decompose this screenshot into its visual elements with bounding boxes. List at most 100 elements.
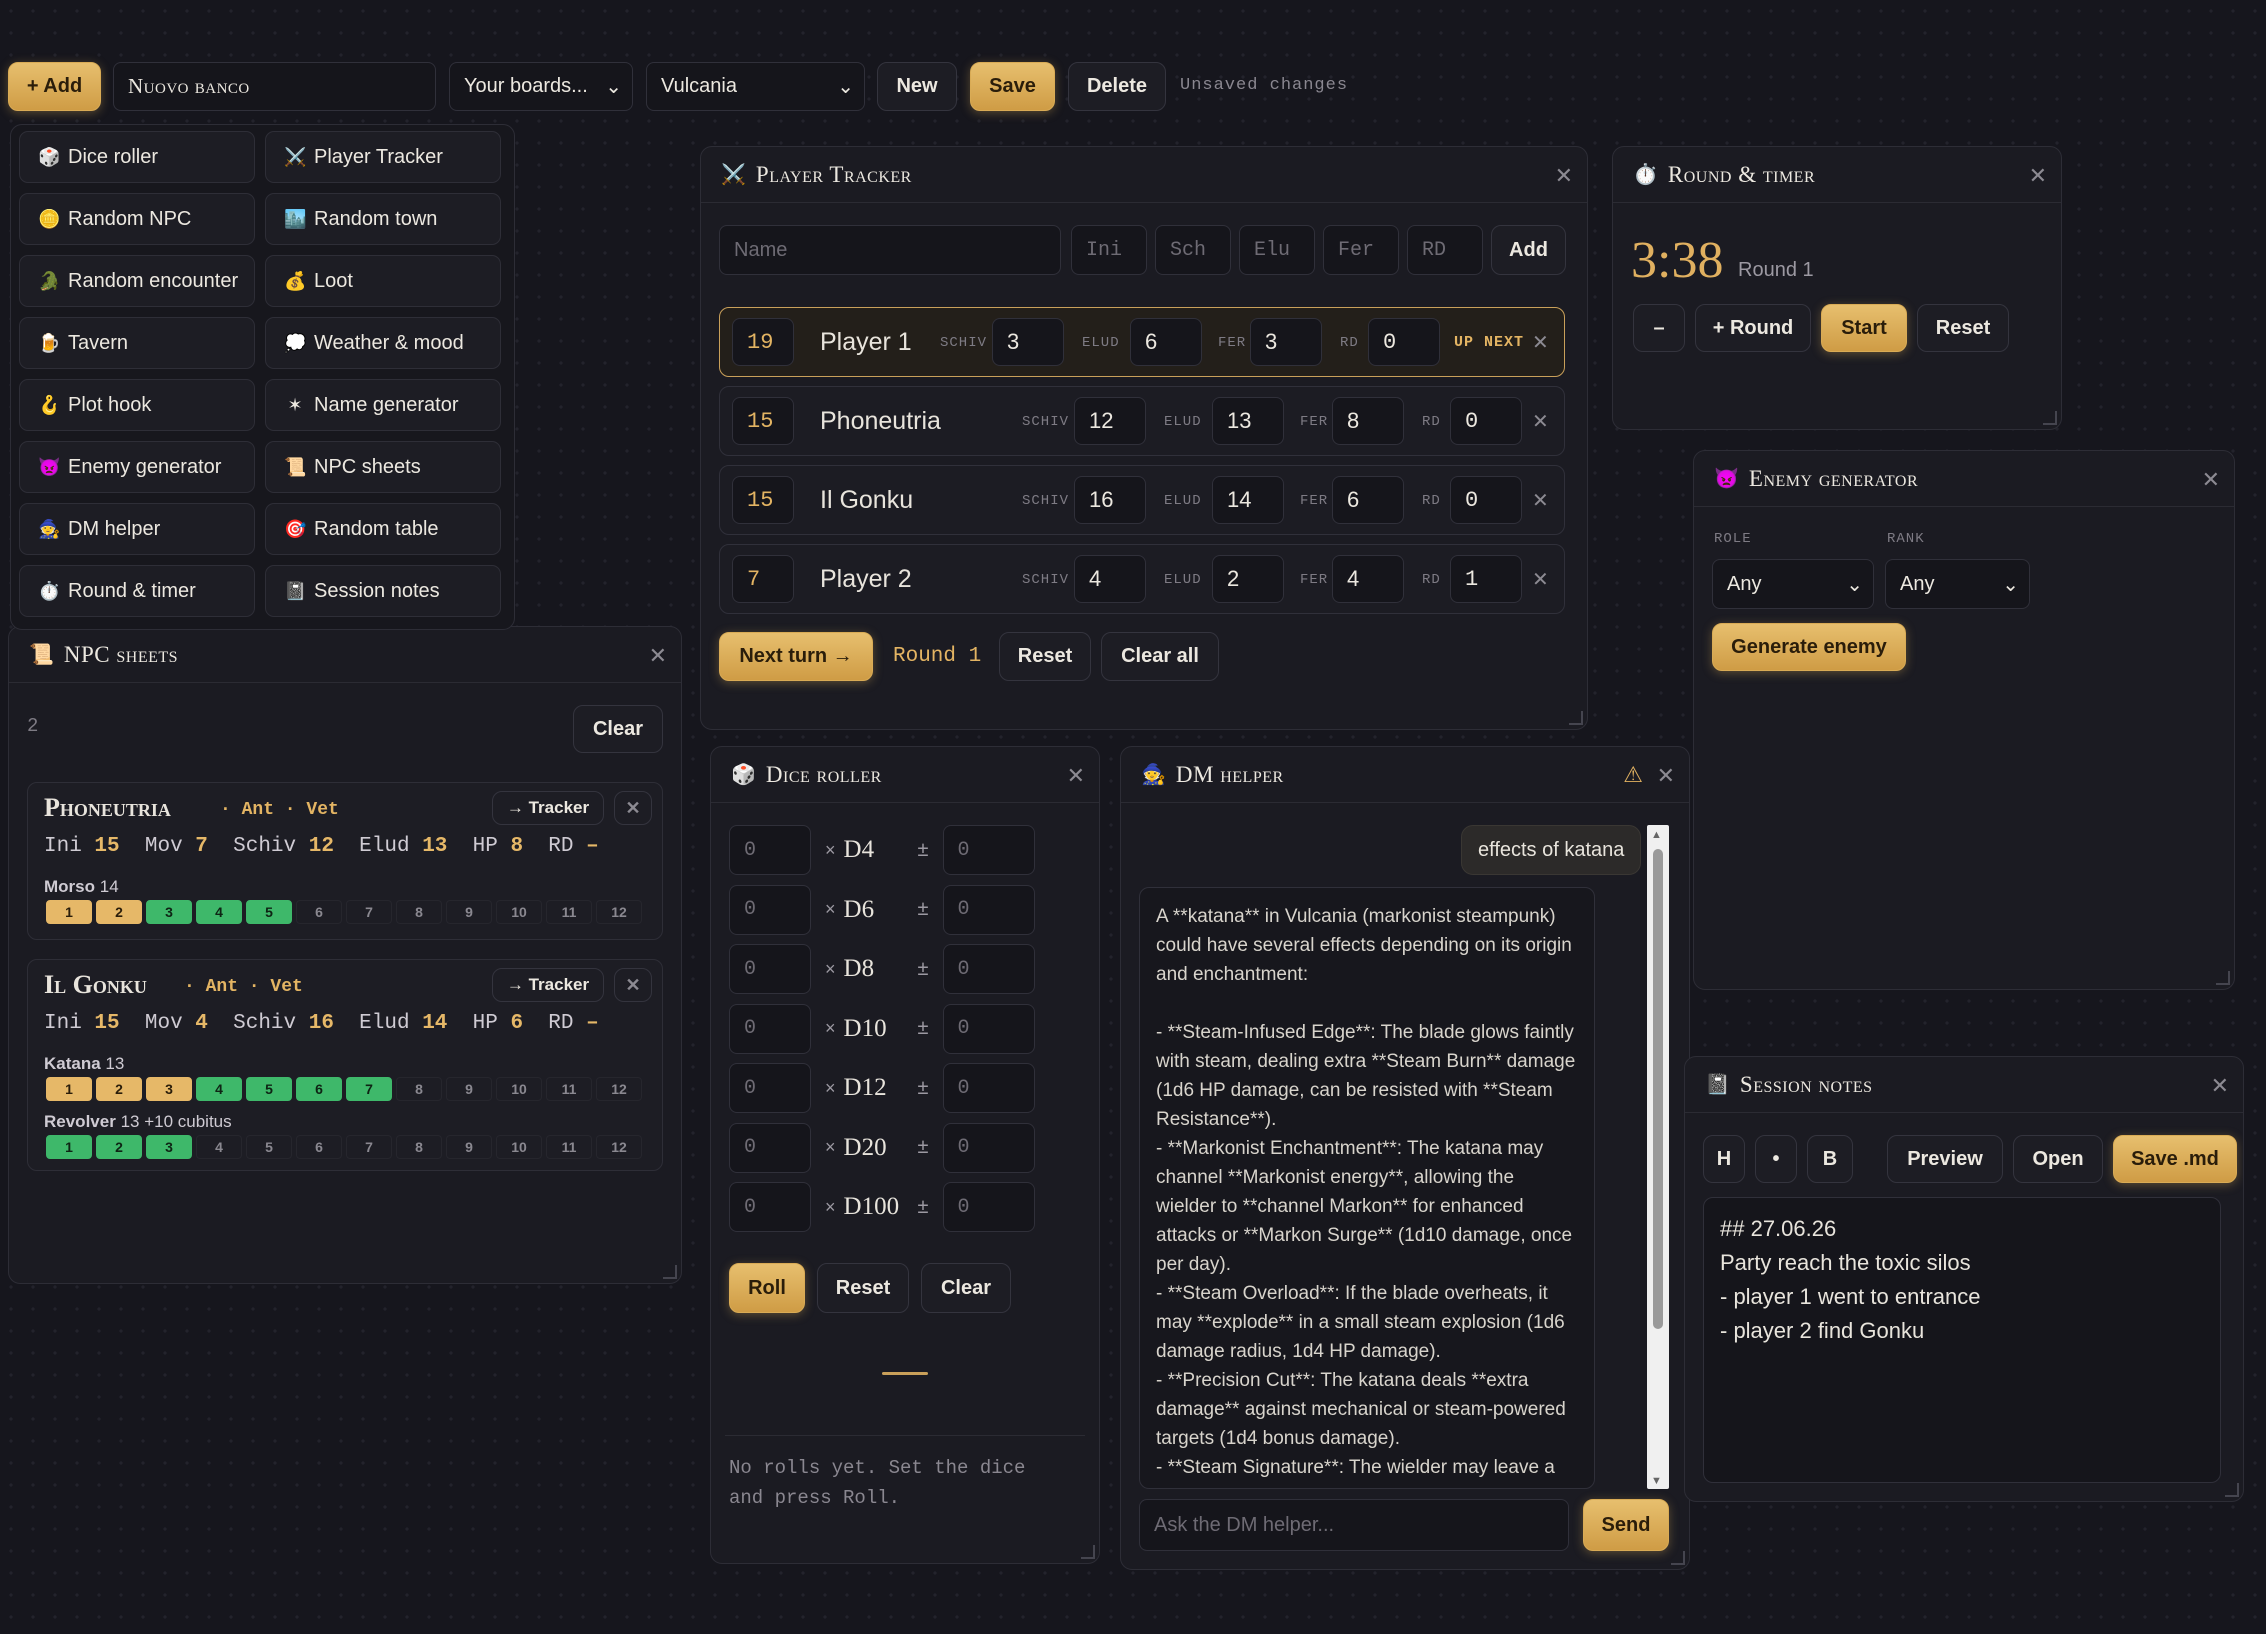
track-box[interactable]: 8 (396, 1077, 442, 1101)
dm-helper-input[interactable]: Ask the DM helper... (1139, 1499, 1569, 1551)
clear-button[interactable]: Clear (921, 1263, 1011, 1313)
send-button[interactable]: Send (1583, 1499, 1669, 1551)
fer-value[interactable]: 4 (1332, 555, 1404, 603)
initiative-value[interactable]: 19 (732, 318, 794, 366)
fer-value[interactable]: 3 (1250, 318, 1322, 366)
track-box[interactable]: 3 (146, 900, 192, 924)
track-box[interactable]: 11 (546, 1077, 592, 1101)
remove-icon[interactable]: ✕ (1532, 567, 1549, 592)
next-turn-button[interactable]: Next turn → (719, 632, 873, 681)
close-icon[interactable]: ✕ (649, 643, 667, 669)
schiv-value[interactable]: 16 (1074, 476, 1146, 524)
track-box[interactable]: 7 (346, 900, 392, 924)
add-menu-item[interactable]: ✶ Name generator (265, 379, 501, 431)
elud-value[interactable]: 2 (1212, 555, 1284, 603)
tracker-row[interactable]: 15 Il Gonku SCHIV 16 ELUD 14 FER 6 RD 0 … (719, 465, 1565, 535)
fer-value[interactable]: 6 (1332, 476, 1404, 524)
rd-value[interactable]: 0 (1368, 318, 1440, 366)
dice-modifier-input[interactable]: 0 (942, 884, 1035, 935)
bold-button[interactable]: B (1807, 1135, 1853, 1183)
dice-count-input[interactable]: 0 (729, 1122, 811, 1173)
track-box[interactable]: 12 (596, 1077, 642, 1101)
track-box[interactable]: 5 (246, 1135, 292, 1159)
rd-value[interactable]: 1 (1450, 555, 1522, 603)
reset-button[interactable]: Reset (999, 632, 1091, 681)
track-box[interactable]: 9 (446, 900, 492, 924)
panel-header[interactable]: 📜 NPC sheets ✕ (9, 627, 681, 683)
resize-handle[interactable] (1569, 711, 1583, 725)
close-icon[interactable]: ✕ (1555, 163, 1573, 189)
dice-modifier-input[interactable]: 0 (942, 1003, 1035, 1054)
track-box[interactable]: 5 (246, 1077, 292, 1101)
panel-header[interactable]: 🎲 Dice roller ✕ (711, 747, 1099, 803)
delete-button[interactable]: Delete (1068, 62, 1166, 111)
track-box[interactable]: 6 (296, 1077, 342, 1101)
heading-button[interactable]: H (1703, 1135, 1745, 1183)
close-icon[interactable]: ✕ (614, 968, 652, 1002)
track-box[interactable]: 7 (346, 1135, 392, 1159)
dice-modifier-input[interactable]: 0 (942, 825, 1035, 875)
track-box[interactable]: 1 (46, 900, 92, 924)
clear-button[interactable]: Clear (573, 705, 663, 753)
track-box[interactable]: 2 (96, 900, 142, 924)
dice-modifier-input[interactable]: 0 (942, 1182, 1035, 1232)
elu-input[interactable]: Elu (1239, 225, 1315, 275)
panel-header[interactable]: ⚔️ Player Tracker ✕ (701, 147, 1587, 203)
remove-icon[interactable]: ✕ (1532, 488, 1549, 513)
track-box[interactable]: 8 (396, 900, 442, 924)
new-button[interactable]: New (877, 62, 957, 111)
add-menu-item[interactable]: 📓 Session notes (265, 565, 501, 617)
add-menu-item[interactable]: 💭 Weather & mood (265, 317, 501, 369)
scrollbar-thumb[interactable] (1653, 849, 1663, 1329)
scroll-down-icon[interactable]: ▼ (1651, 1475, 1662, 1487)
boards-select[interactable]: Your boards... ⌄ (449, 62, 633, 111)
resize-handle[interactable] (1671, 1551, 1685, 1565)
dice-modifier-input[interactable]: 0 (942, 944, 1035, 994)
remove-icon[interactable]: ✕ (1532, 409, 1549, 434)
track-box[interactable]: 4 (196, 1077, 242, 1101)
close-icon[interactable]: ✕ (1067, 763, 1085, 789)
remove-icon[interactable]: ✕ (1532, 330, 1549, 355)
rd-value[interactable]: 0 (1450, 397, 1522, 445)
scroll-up-icon[interactable]: ▲ (1651, 829, 1662, 841)
panel-header[interactable]: 🧙 DM helper ⚠ ✕ (1121, 747, 1689, 803)
tracker-row[interactable]: 15 Phoneutria SCHIV 12 ELUD 13 FER 8 RD … (719, 386, 1565, 456)
save-md-button[interactable]: Save .md (2113, 1135, 2237, 1183)
track-box[interactable]: 9 (446, 1135, 492, 1159)
dice-count-input[interactable]: 0 (729, 944, 811, 994)
track-box[interactable]: 1 (46, 1135, 92, 1159)
add-menu-item[interactable]: ⚔️ Player Tracker (265, 131, 501, 183)
track-box[interactable]: 12 (596, 1135, 642, 1159)
sch-input[interactable]: Sch (1155, 225, 1231, 275)
schiv-value[interactable]: 4 (1074, 555, 1146, 603)
resize-handle[interactable] (663, 1265, 677, 1279)
send-to-tracker-button[interactable]: → Tracker (492, 968, 604, 1002)
track-box[interactable]: 10 (496, 1135, 542, 1159)
tracker-row[interactable]: 7 Player 2 SCHIV 4 ELUD 2 FER 4 RD 1 ✕ (719, 544, 1565, 614)
add-button[interactable]: + Add (8, 62, 101, 111)
dice-count-input[interactable]: 0 (729, 825, 811, 875)
close-icon[interactable]: ✕ (2029, 163, 2047, 189)
add-menu-item[interactable]: ⏱️ Round & timer (19, 565, 255, 617)
plus-round-button[interactable]: + Round (1695, 304, 1811, 352)
track-box[interactable]: 10 (496, 1077, 542, 1101)
panel-header[interactable]: 📓 Session notes ✕ (1685, 1057, 2243, 1113)
close-icon[interactable]: ✕ (2211, 1073, 2229, 1099)
ini-input[interactable]: Ini (1071, 225, 1147, 275)
scrollbar[interactable]: ▲ ▼ (1647, 825, 1669, 1489)
fer-input[interactable]: Fer (1323, 225, 1399, 275)
world-select[interactable]: Vulcania ⌄ (646, 62, 865, 111)
tracker-row[interactable]: 19 Player 1 SCHIV 3 ELUD 6 FER 3 RD 0 UP… (719, 307, 1565, 377)
reset-button[interactable]: Reset (1917, 304, 2009, 352)
resize-handle[interactable] (1081, 1545, 1095, 1559)
rank-select[interactable]: Any ⌄ (1885, 559, 2030, 609)
notes-editor[interactable]: ## 27.06.26 Party reach the toxic silos … (1703, 1197, 2221, 1483)
initiative-value[interactable]: 15 (732, 476, 794, 524)
reset-button[interactable]: Reset (817, 1263, 909, 1313)
rd-input[interactable]: RD (1407, 225, 1483, 275)
track-box[interactable]: 12 (596, 900, 642, 924)
schiv-value[interactable]: 12 (1074, 397, 1146, 445)
track-box[interactable]: 4 (196, 1135, 242, 1159)
track-box[interactable]: 10 (496, 900, 542, 924)
track-box[interactable]: 4 (196, 900, 242, 924)
